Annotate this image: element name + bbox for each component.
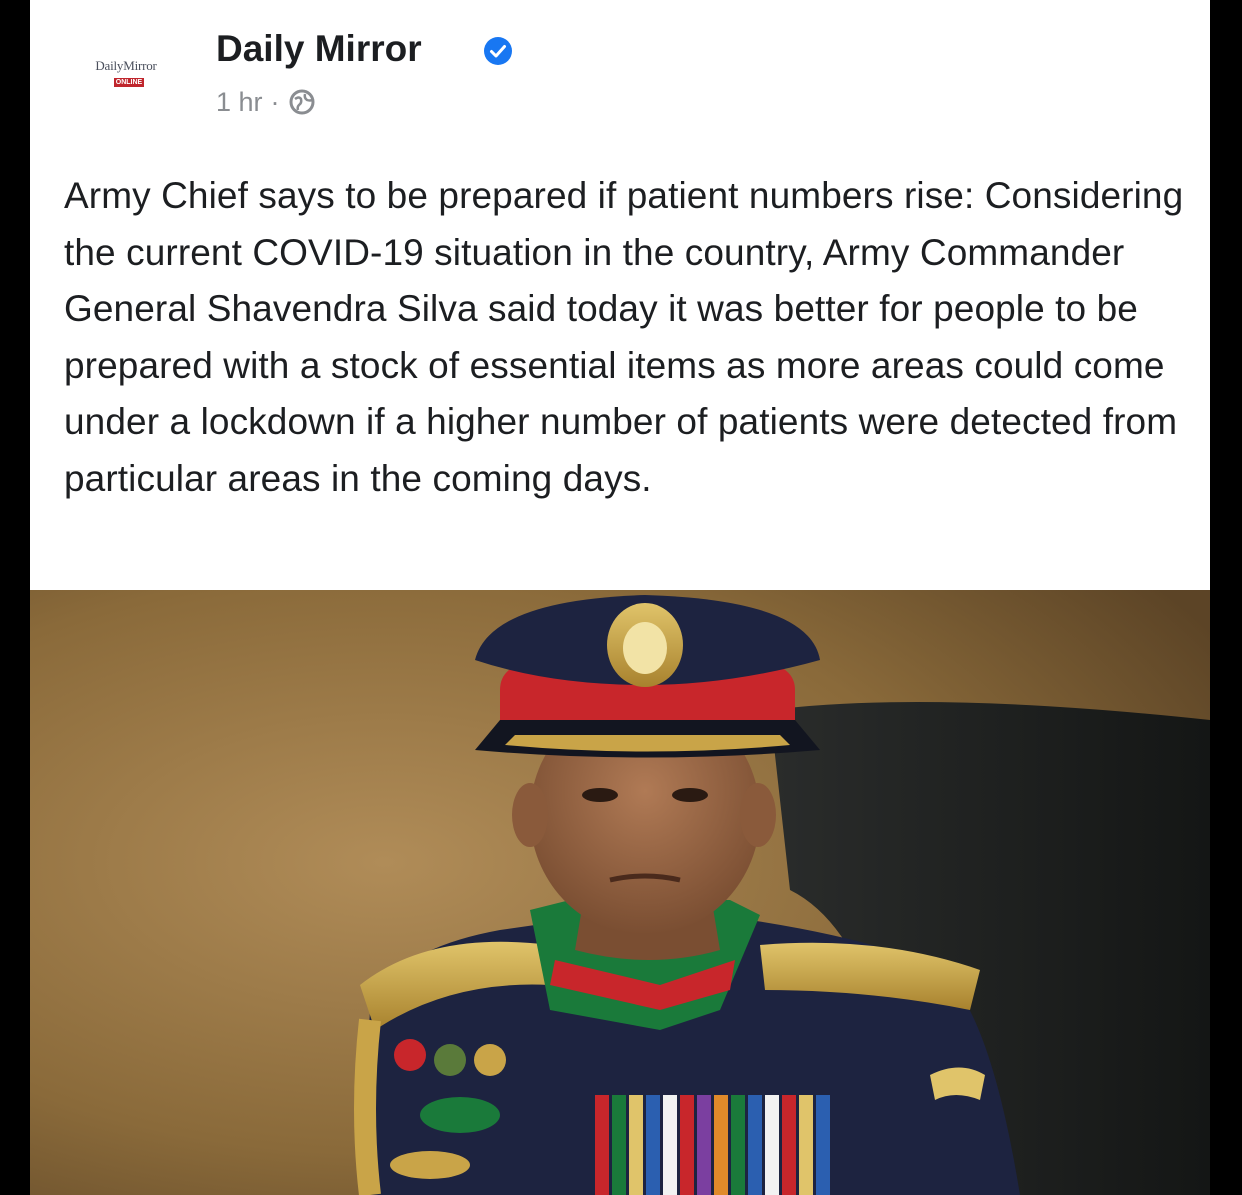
post-header: DailyMirror ONLINE Daily Mirror 1 hr · bbox=[30, 0, 1210, 150]
globe-icon[interactable] bbox=[288, 88, 316, 116]
page-name-link[interactable]: Daily Mirror bbox=[216, 28, 422, 70]
verified-badge-icon bbox=[484, 37, 512, 65]
post-body-text: Army Chief says to be prepared if patien… bbox=[64, 175, 1184, 499]
post-meta: 1 hr · bbox=[216, 84, 316, 120]
post-photo[interactable] bbox=[30, 590, 1210, 1195]
meta-separator: · bbox=[270, 86, 280, 117]
page-logo-text: DailyMirror bbox=[95, 58, 157, 73]
page-logo-sub: ONLINE bbox=[114, 78, 144, 87]
post-card: DailyMirror ONLINE Daily Mirror 1 hr · A… bbox=[30, 0, 1210, 1195]
post-timestamp[interactable]: 1 hr bbox=[216, 87, 263, 118]
page-avatar[interactable]: DailyMirror ONLINE bbox=[64, 52, 188, 98]
